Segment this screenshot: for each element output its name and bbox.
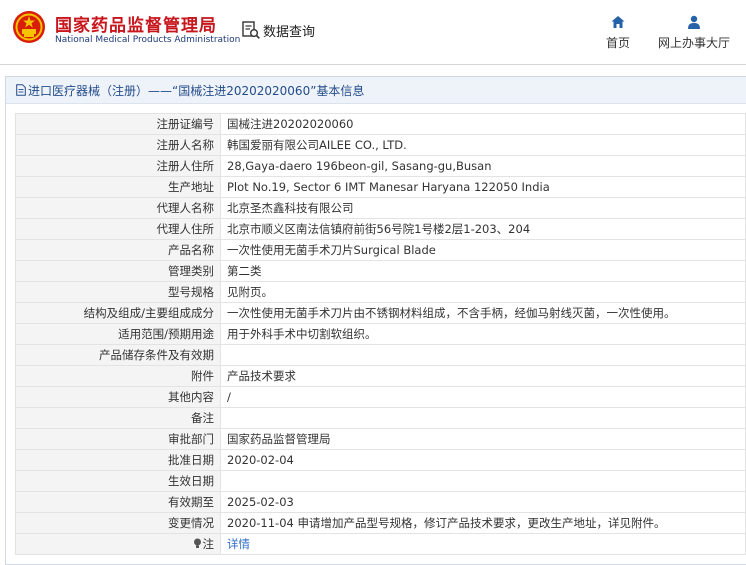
registration-info-table: 注册证编号 国械注进20202020060 注册人名称 韩国爱丽有限公司AILEE C… (15, 113, 746, 555)
field-label: 批准日期 (15, 449, 221, 471)
table-row: 代理人名称 北京圣杰鑫科技有限公司 (15, 197, 746, 219)
bulb-icon (193, 538, 201, 548)
details-link[interactable]: 详情 (227, 537, 250, 551)
header-divider (0, 64, 746, 65)
national-emblem-icon (13, 11, 45, 43)
site-header: 国家药品监督管理局 National Medical Products Admi… (0, 0, 746, 62)
field-label: 产品名称 (15, 239, 221, 261)
field-label: 代理人名称 (15, 197, 221, 219)
table-row: 生效日期 (15, 470, 746, 492)
field-label: 生产地址 (15, 176, 221, 198)
field-label: 结构及组成/主要组成成分 (15, 302, 221, 324)
note-row: 注详情 (15, 533, 746, 555)
site-subtitle: National Medical Products Administration (55, 35, 241, 45)
field-label: 审批部门 (15, 428, 221, 450)
field-value: 见附页。 (220, 281, 746, 303)
nav-online-service-hall[interactable]: 网上办事大厅 (654, 15, 734, 51)
field-value: 北京圣杰鑫科技有限公司 (220, 197, 746, 219)
field-label: 有效期至 (15, 491, 221, 513)
field-label: 代理人住所 (15, 218, 221, 240)
data-query-label: 数据查询 (263, 24, 316, 40)
field-value: Plot No.19, Sector 6 IMT Manesar Haryana… (220, 176, 746, 198)
field-value: 韩国爱丽有限公司AILEE CO., LTD. (220, 134, 746, 156)
table-row: 注册证编号 国械注进20202020060 (15, 113, 746, 135)
panel-header: 进口医疗器械（注册）——“国械注进20202020060”基本信息 (6, 77, 746, 104)
field-label: 注册人名称 (15, 134, 221, 156)
field-label: 适用范围/预期用途 (15, 323, 221, 345)
note-label-cell: 注 (15, 533, 221, 555)
table-row: 适用范围/预期用途 用于外科手术中切割软组织。 (15, 323, 746, 345)
field-value: 第二类 (220, 260, 746, 282)
detail-panel: 进口医疗器械（注册）——“国械注进20202020060”基本信息 注册证编号国… (5, 76, 746, 565)
field-value: 2020-11-04 申请增加产品型号规格，修订产品技术要求，更改生产地址，详见… (220, 512, 746, 534)
panel-title: 进口医疗器械（注册）——“国械注进20202020060”基本信息 (28, 83, 365, 98)
field-label: 注册证编号 (15, 113, 221, 135)
table-row: 产品名称 一次性使用无菌手术刀片Surgical Blade (15, 239, 746, 261)
field-label: 备注 (15, 407, 221, 429)
field-label: 注册人住所 (15, 155, 221, 177)
nav-online-service-label: 网上办事大厅 (657, 36, 730, 50)
table-row: 变更情况 2020-11-04 申请增加产品型号规格，修订产品技术要求，更改生产地… (15, 512, 746, 534)
home-icon (611, 16, 625, 28)
note-label: 注 (202, 537, 215, 551)
table-row: 其他内容 / (15, 386, 746, 408)
table-row: 备注 (15, 407, 746, 429)
field-label: 生效日期 (15, 470, 221, 492)
nav-home-label: 首页 (605, 36, 630, 50)
site-title: 国家药品监督管理局 (55, 16, 217, 36)
field-value: 国械注进20202020060 (220, 113, 746, 135)
field-value: / (220, 386, 746, 408)
table-row: 批准日期 2020-02-04 (15, 449, 746, 471)
table-row: 有效期至 2025-02-03 (15, 491, 746, 513)
field-value (220, 407, 746, 429)
table-row: 附件 产品技术要求 (15, 365, 746, 387)
field-value: 一次性使用无菌手术刀片由不锈钢材料组成，不含手柄，经伽马射线灭菌，一次性使用。 (220, 302, 746, 324)
table-row: 生产地址 Plot No.19, Sector 6 IMT Manesar Har… (15, 176, 746, 198)
field-value: 产品技术要求 (220, 365, 746, 387)
table-row: 代理人住所 北京市顺义区南法信镇府前街56号院1号楼2层1-203、204 (15, 218, 746, 240)
field-label: 管理类别 (15, 260, 221, 282)
field-label: 变更情况 (15, 512, 221, 534)
user-icon (688, 15, 700, 29)
document-search-icon (242, 21, 260, 39)
field-value (220, 344, 746, 366)
field-value (220, 470, 746, 492)
nav-home[interactable]: 首页 (598, 15, 638, 51)
table-row: 注册人住所 28,Gaya-daero 196beon-gil, Sasang-g… (15, 155, 746, 177)
table-row: 结构及组成/主要组成成分 一次性使用无菌手术刀片由不锈钢材料组成，不含手柄，经伽马… (15, 302, 746, 324)
field-value: 一次性使用无菌手术刀片Surgical Blade (220, 239, 746, 261)
field-label: 其他内容 (15, 386, 221, 408)
field-label: 产品储存条件及有效期 (15, 344, 221, 366)
table-row: 注册人名称 韩国爱丽有限公司AILEE CO., LTD. (15, 134, 746, 156)
field-label: 附件 (15, 365, 221, 387)
table-row: 产品储存条件及有效期 (15, 344, 746, 366)
field-label: 型号规格 (15, 281, 221, 303)
field-value: 2025-02-03 (220, 491, 746, 513)
table-row: 型号规格 见附页。 (15, 281, 746, 303)
field-value: 28,Gaya-daero 196beon-gil, Sasang-gu,Bus… (220, 155, 746, 177)
field-value: 2020-02-04 (220, 449, 746, 471)
table-row: 管理类别 第二类 (15, 260, 746, 282)
data-query-link[interactable]: 数据查询 (241, 20, 315, 40)
note-value-cell: 详情 (220, 533, 746, 555)
field-value: 用于外科手术中切割软组织。 (220, 323, 746, 345)
field-value: 北京市顺义区南法信镇府前街56号院1号楼2层1-203、204 (220, 218, 746, 240)
field-value: 国家药品监督管理局 (220, 428, 746, 450)
document-icon (16, 84, 26, 96)
table-row: 审批部门 国家药品监督管理局 (15, 428, 746, 450)
